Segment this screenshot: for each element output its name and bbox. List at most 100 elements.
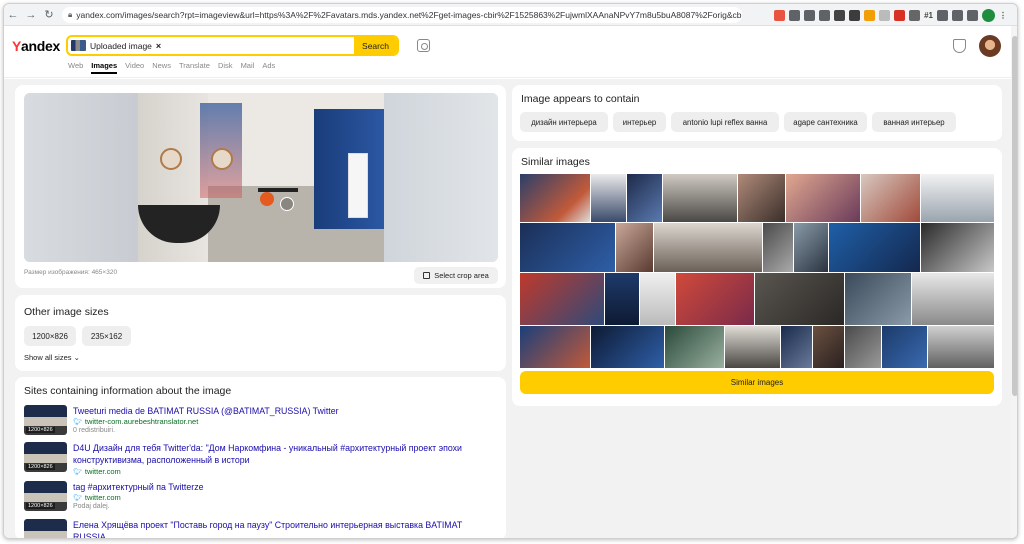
similar-image[interactable]	[520, 223, 615, 272]
tab-mail[interactable]: Mail	[241, 61, 255, 70]
site-thumbnail[interactable]: 1200×826	[24, 481, 67, 511]
similar-image[interactable]	[921, 174, 994, 222]
similar-image[interactable]	[604, 273, 639, 325]
similar-image[interactable]	[738, 174, 785, 222]
twitter-icon: 🐦︎	[73, 494, 82, 502]
site-thumbnail[interactable]: 1200×826	[24, 405, 67, 435]
similar-image[interactable]	[665, 326, 725, 368]
uploaded-image-chip[interactable]: Uploaded image ×	[71, 39, 161, 52]
similar-image[interactable]	[921, 223, 995, 272]
scrollbar[interactable]	[1011, 26, 1017, 538]
select-crop-area-button[interactable]: Select crop area	[414, 267, 498, 284]
similar-image[interactable]	[615, 223, 654, 272]
similar-image[interactable]	[725, 326, 780, 368]
image-preview[interactable]	[24, 93, 498, 262]
similar-image[interactable]	[675, 273, 754, 325]
translate-icon[interactable]	[789, 9, 801, 21]
extension-icon[interactable]	[849, 9, 861, 21]
address-bar[interactable]: 🔒︎ yandex.com/images/search?rpt=imagevie…	[62, 7, 742, 23]
tab-news[interactable]: News	[152, 61, 171, 70]
similar-image[interactable]	[881, 326, 928, 368]
preview-photo	[138, 93, 384, 262]
similar-image[interactable]	[762, 223, 793, 272]
similar-image[interactable]	[754, 273, 845, 325]
similar-image[interactable]	[812, 326, 844, 368]
similar-image[interactable]	[590, 174, 626, 222]
thumbnail-size-badge: 1200×826	[26, 464, 55, 470]
similar-image[interactable]	[793, 223, 828, 272]
speaker-icon[interactable]	[834, 9, 846, 21]
tag-chip[interactable]: antonio lupi reflex ванна	[671, 112, 779, 132]
size-option[interactable]: 1200×826	[24, 326, 76, 346]
close-icon[interactable]: ×	[156, 41, 161, 51]
tag-chip[interactable]: дизайн интерьера	[520, 112, 608, 132]
back-icon[interactable]: ←	[4, 4, 22, 26]
similar-image[interactable]	[663, 174, 738, 222]
similar-image[interactable]	[626, 174, 663, 222]
extension-icon[interactable]	[894, 9, 906, 21]
reload-icon[interactable]: ↻	[40, 4, 58, 26]
similar-image[interactable]	[828, 223, 921, 272]
camera-search-icon[interactable]	[417, 39, 430, 52]
tab-disk[interactable]: Disk	[218, 61, 233, 70]
similar-image[interactable]	[520, 273, 604, 325]
lock-icon: 🔒︎	[68, 10, 73, 19]
search-button[interactable]: Search	[354, 37, 397, 54]
site-title-link[interactable]: Tweeturi media de BATIMAT RUSSIA (@BATIM…	[73, 405, 493, 417]
show-all-sizes-link[interactable]: Show all sizes ⌄	[24, 353, 80, 362]
similar-image[interactable]	[844, 326, 881, 368]
contains-title: Image appears to contain	[521, 93, 640, 105]
extension-icon[interactable]	[864, 9, 876, 21]
similar-image[interactable]	[590, 326, 665, 368]
profile-icon[interactable]	[982, 8, 995, 22]
similar-image[interactable]	[780, 326, 812, 368]
extension-icon[interactable]	[909, 9, 921, 21]
scrollbar-thumb[interactable]	[1012, 36, 1017, 396]
crop-marker-icon[interactable]	[280, 197, 294, 211]
sidebar-icon[interactable]	[967, 9, 978, 21]
site-thumbnail[interactable]: 1200×826	[24, 442, 67, 472]
share-icon[interactable]	[804, 9, 816, 21]
similar-images-button[interactable]: Similar images	[520, 371, 994, 394]
tag-chip[interactable]: ванная интерьер	[872, 112, 956, 132]
size-option[interactable]: 235×162	[82, 326, 131, 346]
site-domain[interactable]: 🐦︎ twitter.com	[73, 493, 121, 502]
site-domain[interactable]: 🐦︎ twitter.com	[73, 467, 121, 476]
avatar[interactable]	[979, 35, 1001, 57]
tab-images[interactable]: Images	[91, 61, 117, 74]
similar-image[interactable]	[520, 326, 590, 368]
puzzle-icon[interactable]	[937, 9, 948, 21]
tag-chip[interactable]: agape сантехника	[784, 112, 867, 132]
shield-icon[interactable]	[953, 39, 966, 53]
photo-mirror	[160, 148, 182, 170]
bookmark-star-icon[interactable]	[819, 9, 831, 21]
similar-image[interactable]	[845, 273, 912, 325]
similar-image[interactable]	[639, 273, 675, 325]
similar-image[interactable]	[928, 326, 995, 368]
site-title-link[interactable]: D4U Дизайн для тебя Twitter'da: "Дом Нар…	[73, 442, 493, 466]
search-box[interactable]: Uploaded image × Search	[66, 35, 399, 56]
other-sizes-title: Other image sizes	[24, 306, 109, 318]
similar-image[interactable]	[785, 174, 860, 222]
menu-icon[interactable]: ⋮	[999, 10, 1007, 21]
extension-badge[interactable]: #1	[924, 10, 933, 21]
reading-list-icon[interactable]	[952, 9, 963, 21]
extension-icon[interactable]	[774, 9, 786, 21]
tab-translate[interactable]: Translate	[179, 61, 210, 70]
site-title-link[interactable]: Елена Хрящёва проект "Поставь город на п…	[73, 519, 493, 538]
forward-icon[interactable]: →	[22, 4, 40, 26]
yandex-logo[interactable]: Yandex	[12, 38, 60, 54]
site-domain[interactable]: 🐦︎ twitter-com.aurebeshtranslator.net	[73, 417, 198, 426]
tab-web[interactable]: Web	[68, 61, 83, 70]
tag-chip[interactable]: интерьер	[613, 112, 666, 132]
similar-image[interactable]	[860, 174, 921, 222]
extension-icon[interactable]	[879, 9, 891, 21]
site-thumbnail[interactable]: 1200×826	[24, 519, 67, 538]
similar-image[interactable]	[654, 223, 762, 272]
similar-image[interactable]	[520, 174, 590, 222]
tab-video[interactable]: Video	[125, 61, 144, 70]
site-title-link[interactable]: tag #архитектурный па Twitterze	[73, 481, 493, 493]
similar-image[interactable]	[912, 273, 994, 325]
tab-ads[interactable]: Ads	[262, 61, 275, 70]
logo-first-letter: Y	[12, 38, 22, 54]
